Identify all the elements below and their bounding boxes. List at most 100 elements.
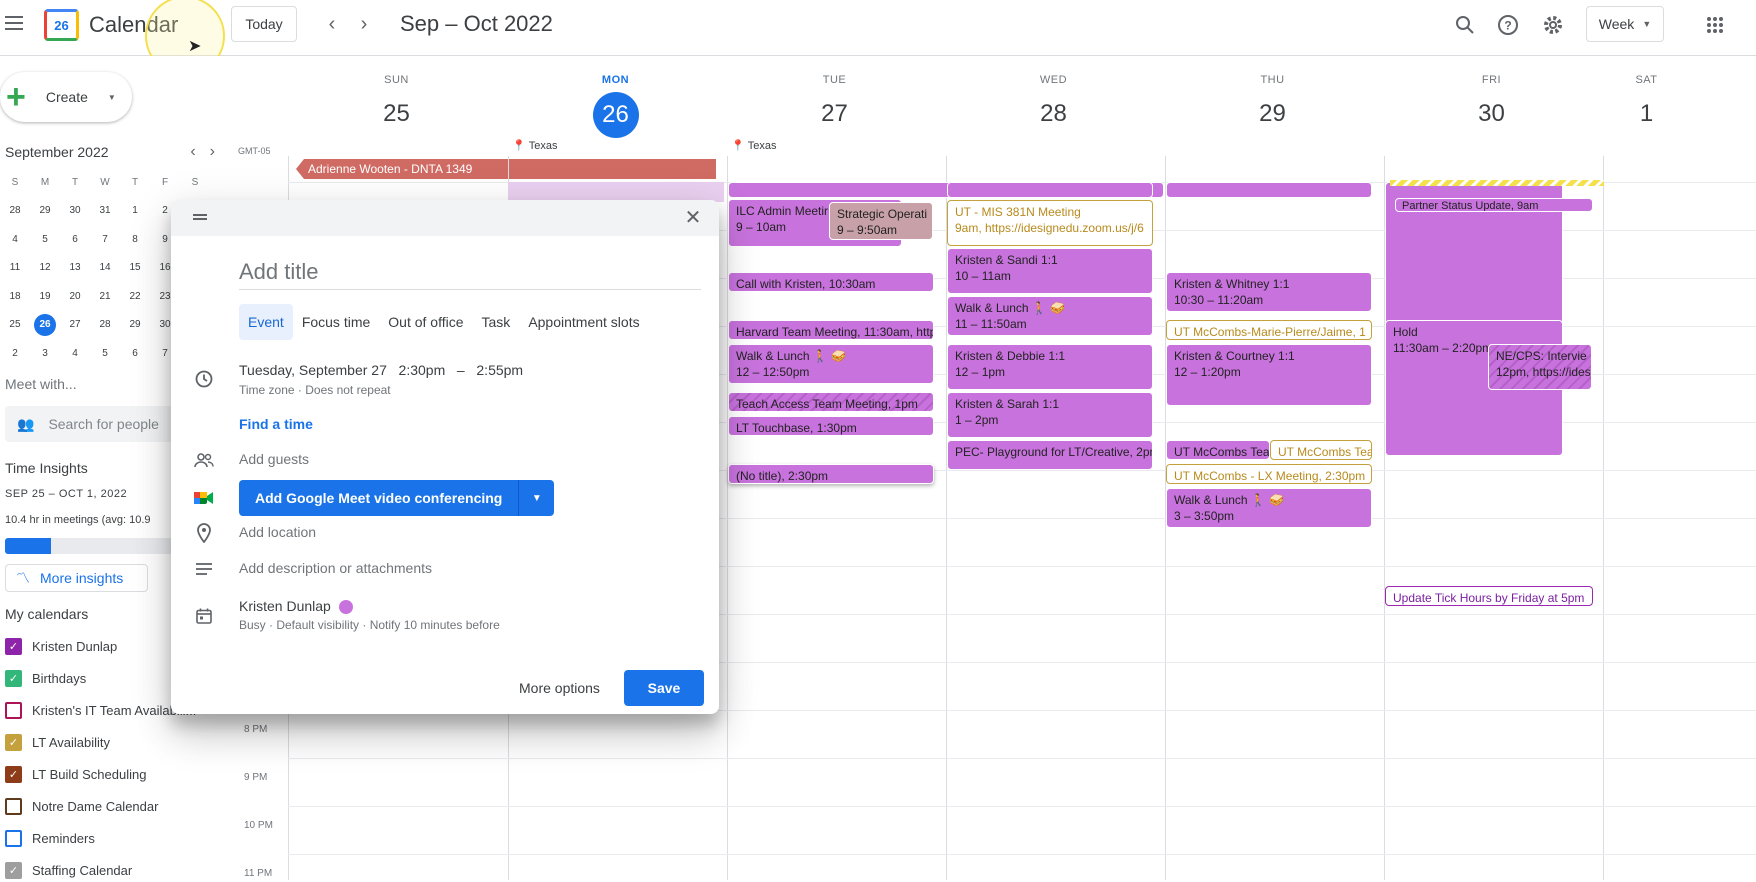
mini-day[interactable]: 22 [120,291,150,302]
event-title-input[interactable] [239,254,701,290]
add-description-input[interactable]: Add description or attachments [239,560,432,576]
more-insights-button[interactable]: 〽 More insights [5,564,148,592]
add-google-meet-button[interactable]: Add Google Meet video conferencing [239,480,519,516]
mini-prev-month-icon[interactable]: ‹ [190,143,195,161]
mini-day[interactable]: 28 [0,205,30,216]
mini-day[interactable]: 5 [90,348,120,359]
visibility-notify-settings[interactable]: Busy · Default visibility · Notify 10 mi… [239,618,500,632]
event-block[interactable]: Walk & Lunch 🚶 🥪 11 – 11:50am [947,296,1153,336]
event-date-field[interactable]: Tuesday, September 27 [239,362,387,378]
event-block[interactable]: Kristen & Whitney 1:1 10:30 – 11:20am [1166,272,1372,312]
help-icon[interactable]: ? [1493,10,1523,40]
meet-options-dropdown[interactable]: ▼ [518,480,555,516]
mini-day[interactable]: 29 [120,319,150,330]
tab-focus-time[interactable]: Focus time [293,304,379,340]
mini-day[interactable]: 2 [0,348,30,359]
calendar-checkbox[interactable] [5,829,22,847]
mini-day[interactable]: 6 [120,348,150,359]
event-block[interactable]: UT McCombs Tea [1166,440,1270,460]
event-block[interactable]: Kristen & Courtney 1:1 12 – 1:20pm [1166,344,1372,406]
event-block-selected[interactable]: (No title), 2:30pm [728,464,934,484]
timezone-repeat-link[interactable]: Time zone · Does not repeat [239,383,391,397]
day-date[interactable]: 29 [1163,92,1382,136]
calendar-checkbox[interactable]: ✓ [5,669,22,687]
mini-day[interactable]: 25 [0,319,30,330]
day-header-sun[interactable]: SUN 25 [287,56,506,136]
next-week-icon[interactable]: › [350,10,378,38]
day-date[interactable]: 28 [944,92,1163,136]
main-menu-icon[interactable] [2,8,26,38]
day-date[interactable]: 25 [287,92,506,136]
add-guests-input[interactable]: Add guests [239,451,309,467]
event-start-field[interactable]: 2:30pm [399,362,446,378]
mini-day[interactable]: 14 [90,262,120,273]
mini-day[interactable]: 15 [120,262,150,273]
calendar-checkbox[interactable]: ✓ [5,765,22,783]
event-block[interactable]: Walk & Lunch 🚶 🥪 12 – 12:50pm [728,344,934,384]
event-block[interactable]: Update Tick Hours by Friday at 5pm [1385,586,1593,606]
tab-event[interactable]: Event [239,304,293,340]
my-calendars-heading[interactable]: My calendars [5,606,88,622]
mini-day[interactable]: 21 [90,291,120,302]
event-block[interactable]: UT McCombs-Marie-Pierre/Jaime, 1 [1166,320,1372,340]
tab-task[interactable]: Task [473,304,520,340]
dialog-drag-bar[interactable] [171,200,719,236]
calendar-list-item[interactable]: ✓ LT Availability [5,730,225,754]
calendar-list-item[interactable]: ✓ Staffing Calendar [5,858,225,882]
mini-next-month-icon[interactable]: › [210,143,215,161]
day-header-wed[interactable]: WED 28 [944,56,1163,136]
event-block[interactable] [947,182,1153,198]
add-location-input[interactable]: Add location [239,524,316,540]
create-button[interactable]: + Create ▼ [0,72,132,122]
event-block[interactable] [1166,182,1372,198]
all-day-event[interactable]: Adrienne Wooten - DNTA 1349 [296,159,716,179]
mini-day-today[interactable]: 26 [34,313,56,336]
day-header-sat[interactable]: SAT 1 [1537,56,1756,136]
day-header-thu[interactable]: THU 29 [1163,56,1382,136]
calendar-list-item[interactable]: Notre Dame Calendar [5,794,225,818]
event-end-field[interactable]: 2:55pm [476,362,523,378]
mini-day[interactable]: 13 [60,262,90,273]
event-block[interactable]: UT McCombs - LX Meeting, 2:30pm [1166,464,1372,484]
calendar-checkbox[interactable]: ✓ [5,861,22,879]
calendar-list-item[interactable]: Reminders [5,826,225,850]
day-date[interactable]: 1 [1537,92,1756,136]
mini-day[interactable]: 4 [0,234,30,245]
event-block[interactable]: UT - MIS 381N Meeting 9am, https://idesig… [947,200,1153,246]
calendar-list-item[interactable]: ✓ LT Build Scheduling [5,762,225,786]
mini-day[interactable]: 1 [120,205,150,216]
event-stripe-partial[interactable] [1390,180,1604,186]
event-block[interactable]: LT Touchbase, 1:30pm [728,416,934,436]
mini-day[interactable]: 11 [0,262,30,273]
mini-day[interactable]: 19 [30,291,60,302]
mini-day[interactable]: 4 [60,348,90,359]
mini-day[interactable]: 7 [90,234,120,245]
today-button[interactable]: Today [231,6,297,42]
calendar-checkbox[interactable] [5,797,22,815]
mini-day[interactable]: 29 [30,205,60,216]
working-location[interactable]: 📍 Texas [512,139,557,153]
mini-day[interactable]: 31 [90,205,120,216]
day-date[interactable]: 27 [725,92,944,136]
mini-day[interactable]: 30 [60,205,90,216]
drag-handle-icon[interactable] [193,214,207,220]
mini-day[interactable]: 27 [60,319,90,330]
event-block[interactable]: Strategic Operati 9 – 9:50am [829,202,933,240]
mini-day[interactable]: 28 [90,319,120,330]
mini-day[interactable]: 8 [120,234,150,245]
tab-appointment-slots[interactable]: Appointment slots [519,304,648,340]
mini-day[interactable]: 18 [0,291,30,302]
event-block[interactable]: Kristen & Debbie 1:1 12 – 1pm [947,344,1153,390]
mini-day[interactable]: 12 [30,262,60,273]
mini-day[interactable]: 20 [60,291,90,302]
event-block[interactable]: UT McCombs Tea [1270,440,1372,460]
working-location[interactable]: 📍 Texas [731,139,776,153]
mini-day[interactable]: 3 [30,348,60,359]
day-date-today[interactable]: 26 [592,92,639,138]
save-button[interactable]: Save [624,670,704,706]
event-block[interactable]: NE/CPS: Intervie 12pm, https://ides [1488,344,1592,390]
calendar-owner-select[interactable]: Kristen Dunlap [239,598,353,615]
day-header-mon[interactable]: MON 26 [506,56,725,138]
more-options-button[interactable]: More options [511,670,608,706]
apps-grid-icon[interactable] [1700,10,1730,40]
